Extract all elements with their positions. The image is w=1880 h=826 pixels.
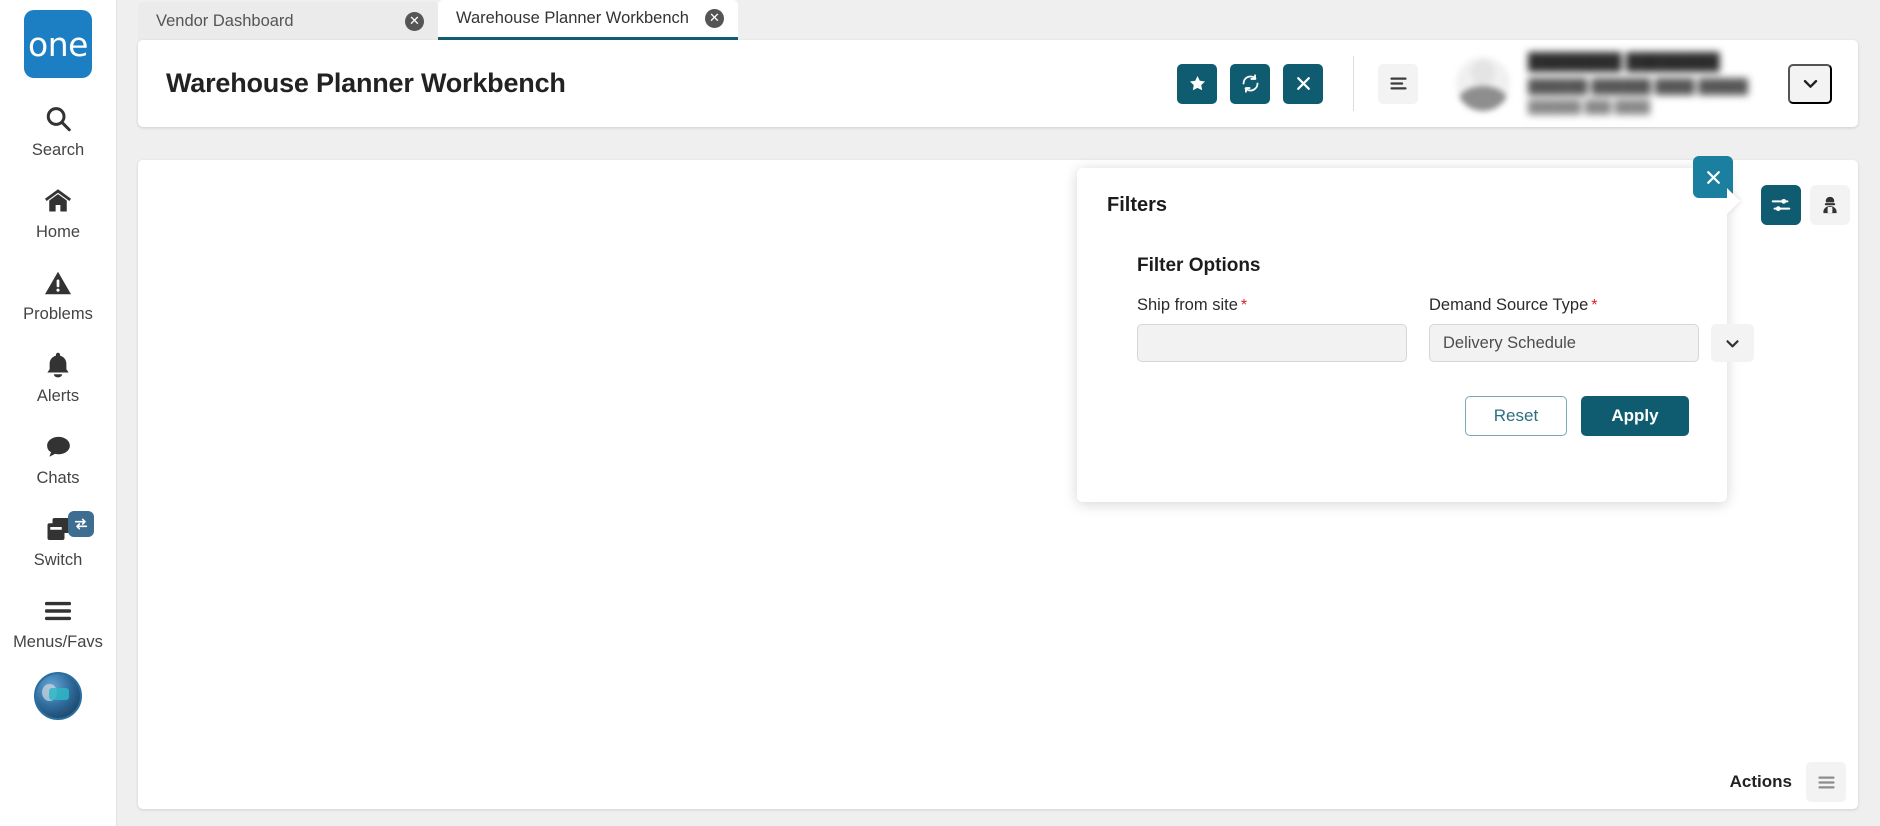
filters-panel: Filters Filter Options Ship from site* D… [1077, 168, 1727, 502]
filter-fields-row: Ship from site* Demand Source Type* [1137, 296, 1697, 362]
left-sidebar: one Search Home [0, 0, 116, 826]
demand-source-type-input[interactable] [1429, 324, 1699, 362]
sidebar-item-chats[interactable]: Chats [0, 427, 116, 488]
sidebar-item-alerts[interactable]: Alerts [0, 345, 116, 406]
swap-arrows-icon[interactable] [68, 511, 94, 537]
close-circle-icon[interactable]: ✕ [405, 12, 424, 31]
tab-label: Warehouse Planner Workbench [456, 9, 699, 28]
right-rail [1761, 185, 1850, 225]
user-meta: ████████ ████████ ██████ ██████ ████ ███… [1528, 53, 1748, 114]
field-demand-source-type: Demand Source Type* [1429, 296, 1754, 362]
search-icon [43, 99, 73, 139]
refresh-button[interactable] [1230, 64, 1270, 104]
page-title: Warehouse Planner Workbench [166, 68, 566, 99]
sidebar-item-menus-favs[interactable]: Menus/Favs [0, 591, 116, 652]
filter-options-heading: Filter Options [1137, 255, 1697, 277]
actions-label: Actions [1730, 772, 1792, 792]
app-root: one Search Home [0, 0, 1880, 826]
filters-panel-title: Filters [1107, 194, 1697, 217]
assignee-button[interactable] [1810, 185, 1850, 225]
sidebar-item-switch[interactable]: Switch [0, 509, 116, 570]
close-circle-icon[interactable]: ✕ [705, 9, 724, 28]
chat-bubble-icon [43, 427, 74, 467]
user-profile[interactable]: ████████ ████████ ██████ ██████ ████ ███… [1456, 53, 1748, 114]
tab-strip: Vendor Dashboard ✕ Warehouse Planner Wor… [138, 0, 738, 40]
page-header: Warehouse Planner Workbench [138, 40, 1858, 127]
user-avatar-image [1456, 57, 1510, 111]
avatar[interactable] [34, 672, 82, 720]
sidebar-item-label: Menus/Favs [13, 633, 103, 652]
tab-vendor-dashboard[interactable]: Vendor Dashboard ✕ [138, 2, 438, 40]
chevron-down-icon[interactable] [1788, 64, 1832, 104]
demand-source-type-control [1429, 324, 1754, 362]
ship-from-site-input[interactable] [1137, 324, 1407, 362]
sidebar-item-label: Home [36, 223, 80, 242]
home-icon [42, 181, 74, 221]
filters-footer: Reset Apply [1107, 396, 1689, 436]
sidebar-item-label: Search [32, 141, 84, 160]
filter-settings-button[interactable] [1761, 185, 1801, 225]
field-label: Demand Source Type* [1429, 296, 1754, 315]
hamburger-menu-icon[interactable] [1378, 64, 1418, 104]
filters-popover-notch [1727, 188, 1740, 214]
favorite-button[interactable] [1177, 64, 1217, 104]
tab-label: Vendor Dashboard [156, 12, 304, 31]
user-org: ██████ ███ ████ [1528, 100, 1748, 114]
app-logo[interactable]: one [24, 10, 92, 78]
sidebar-item-search[interactable]: Search [0, 99, 116, 160]
warning-triangle-icon [43, 263, 73, 303]
sidebar-item-label: Alerts [37, 387, 79, 406]
field-label-text: Ship from site [1137, 296, 1238, 314]
tab-warehouse-planner-workbench[interactable]: Warehouse Planner Workbench ✕ [438, 0, 738, 40]
header-actions: ████████ ████████ ██████ ██████ ████ ███… [1164, 53, 1832, 114]
actions-bar: Actions [1730, 762, 1846, 802]
field-label-text: Demand Source Type [1429, 296, 1588, 314]
user-name: ████████ ████████ [1528, 53, 1748, 72]
required-asterisk: * [1591, 297, 1597, 314]
reset-button[interactable]: Reset [1465, 396, 1567, 436]
sidebar-item-home[interactable]: Home [0, 181, 116, 242]
sidebar-item-label: Chats [36, 469, 79, 488]
sidebar-item-label: Problems [23, 305, 93, 324]
required-asterisk: * [1241, 297, 1247, 314]
bell-icon [43, 345, 73, 385]
apply-button[interactable]: Apply [1581, 396, 1689, 436]
hamburger-icon [42, 591, 74, 631]
app-logo-text: one [28, 28, 88, 61]
actions-menu-button[interactable] [1806, 762, 1846, 802]
close-button[interactable] [1283, 64, 1323, 104]
header-divider [1353, 56, 1354, 111]
user-role: ██████ ██████ ████ █████ [1528, 78, 1748, 94]
field-label: Ship from site* [1137, 296, 1407, 315]
sidebar-item-label: Switch [34, 551, 83, 570]
sidebar-item-problems[interactable]: Problems [0, 263, 116, 324]
field-ship-from-site: Ship from site* [1137, 296, 1407, 362]
sidebar-avatar-wrap[interactable] [34, 672, 82, 720]
demand-source-type-dropdown-button[interactable] [1711, 324, 1754, 362]
